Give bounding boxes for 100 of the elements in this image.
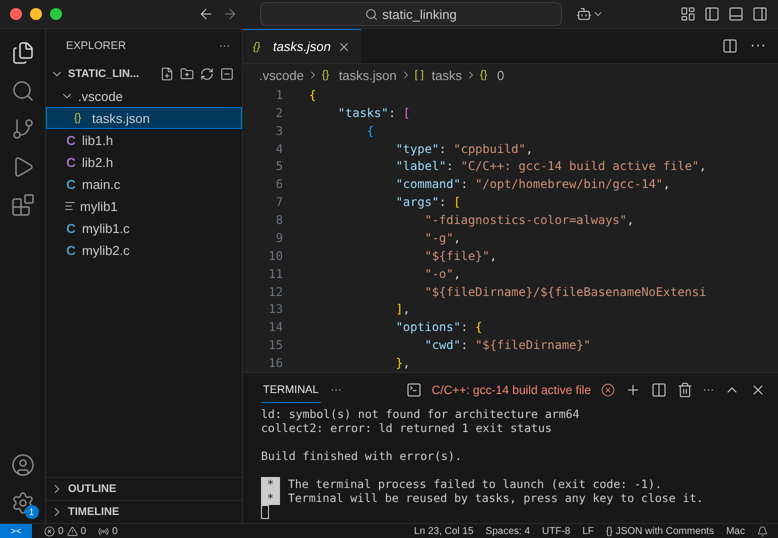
symbol-icon: {} — [480, 69, 494, 81]
code-line: "type": "cppbuild", — [394, 142, 533, 156]
breadcrumb[interactable]: tasks — [432, 68, 462, 82]
warning-icon[interactable] — [66, 526, 78, 536]
code-line: "${fileDirname}/${fileBasenameNoExtensi — [424, 284, 706, 299]
ports-icon[interactable] — [98, 526, 110, 536]
layout-icon[interactable] — [680, 6, 696, 22]
symbol-icon: [ ] — [414, 69, 429, 81]
code-line: "cwd": "${fileDirname}" — [424, 338, 591, 352]
split-terminal-icon[interactable] — [651, 382, 667, 398]
more-actions-button[interactable]: ··· — [703, 384, 714, 396]
line-number: 15 — [268, 338, 283, 352]
zoom-button[interactable] — [50, 8, 62, 20]
terminal-marker: * — [261, 477, 280, 491]
braces-icon: {} — [253, 40, 267, 52]
line-number: 3 — [274, 124, 283, 138]
cursor-position[interactable]: Ln 23, Col 15 — [414, 526, 474, 536]
symbol-icon: {} — [322, 69, 336, 81]
ports-count[interactable]: 0 — [112, 526, 118, 536]
encoding[interactable]: UTF-8 — [542, 526, 570, 536]
c-file-icon: C — [64, 176, 78, 192]
code-line: "tasks": [ — [336, 106, 410, 120]
indentation[interactable]: Spaces: 4 — [486, 526, 530, 536]
close-button[interactable] — [10, 8, 22, 20]
terminal-icon[interactable] — [406, 382, 422, 398]
line-number: 10 — [268, 248, 283, 263]
terminal-line: Terminal will be reused by tasks, press any key to close it. — [288, 491, 704, 505]
folder-item[interactable]: STATIC_LIN... — [46, 63, 242, 85]
explorer-icon[interactable] — [10, 41, 34, 65]
terminal-line: ld: symbol(s) not found for architecture arm64 — [261, 407, 580, 421]
new-file-icon[interactable] — [160, 67, 174, 81]
collapse-all-icon[interactable] — [220, 67, 234, 81]
code-line: "-o", — [424, 266, 461, 281]
more-actions-button[interactable]: ··· — [219, 40, 230, 52]
line-number: 12 — [268, 284, 283, 299]
terminal-cursor — [261, 505, 269, 519]
file-item[interactable]: C mylib1.c — [46, 217, 242, 239]
toggle-sidebar-icon[interactable] — [704, 6, 720, 22]
platform[interactable]: Mac — [726, 526, 745, 536]
panel-tab[interactable]: TERMINAL — [261, 378, 321, 402]
breadcrumb[interactable]: .vscode — [259, 68, 304, 82]
extensions-icon[interactable] — [10, 193, 34, 217]
settings-icon[interactable] — [10, 491, 34, 515]
file-item[interactable]: {} tasks.json — [46, 107, 242, 129]
forward-icon[interactable] — [222, 6, 238, 22]
section-header[interactable]: OUTLINE — [46, 477, 242, 500]
terminal-marker: * — [261, 491, 280, 505]
code-line: "args": [ — [394, 195, 461, 210]
line-number: 7 — [274, 195, 283, 210]
terminal-line: collect2: error: ld returned 1 exit status — [261, 421, 553, 435]
notifications-icon[interactable] — [757, 526, 768, 536]
file-item[interactable]: C main.c — [46, 173, 242, 195]
breadcrumb[interactable]: 0 — [496, 68, 504, 82]
line-number: 2 — [274, 106, 283, 120]
search-icon — [365, 8, 378, 20]
error-count[interactable]: 0 — [58, 526, 64, 536]
add-terminal-icon[interactable] — [625, 382, 641, 398]
file-item[interactable]: mylib1 — [46, 195, 242, 217]
language-mode[interactable]: JSON with Comments — [616, 526, 714, 536]
folder-item[interactable]: .vscode — [46, 85, 242, 107]
notification-badge: 1 — [24, 505, 38, 519]
warning-count[interactable]: 0 — [80, 526, 86, 536]
account-icon[interactable] — [10, 453, 34, 477]
line-number: 11 — [268, 266, 283, 281]
file-item[interactable]: C mylib2.c — [46, 239, 242, 261]
toggle-secondary-sidebar-icon[interactable] — [752, 6, 768, 22]
text-file-icon — [64, 200, 76, 212]
c-file-icon: C — [64, 220, 78, 236]
error-icon[interactable] — [44, 526, 55, 536]
code-line: "-g", — [424, 230, 461, 245]
breadcrumb[interactable]: tasks.json — [338, 68, 397, 82]
back-icon[interactable] — [198, 6, 214, 22]
terminal-task-name[interactable]: C/C++: gcc-14 build active file — [432, 383, 591, 397]
code-line: { — [309, 88, 316, 102]
terminal-line: The terminal process failed to launch (exit code: -1). — [288, 477, 662, 491]
code-line: ], — [394, 302, 410, 316]
minimize-button[interactable] — [30, 8, 42, 20]
editor-tab[interactable]: {} tasks.json — [243, 29, 361, 63]
line-number: 5 — [274, 159, 283, 174]
split-editor-icon[interactable] — [722, 38, 738, 54]
search-icon[interactable] — [10, 79, 34, 103]
remote-indicator[interactable]: >< — [0, 524, 32, 538]
line-number: 8 — [274, 213, 283, 228]
more-actions-button[interactable]: ··· — [750, 37, 766, 55]
line-number: 16 — [268, 356, 283, 370]
kill-terminal-icon[interactable] — [677, 382, 693, 398]
file-item[interactable]: C lib1.h — [46, 129, 242, 151]
source-control-icon[interactable] — [10, 117, 34, 141]
file-item[interactable]: C lib2.h — [46, 151, 242, 173]
command-center-search[interactable]: static_linking — [260, 2, 562, 26]
c-file-icon: C — [64, 132, 78, 148]
line-number: 13 — [268, 302, 283, 316]
refresh-icon[interactable] — [200, 67, 214, 81]
braces-icon: {} — [74, 112, 88, 124]
toggle-panel-icon[interactable] — [728, 6, 744, 22]
line-ending[interactable]: LF — [582, 526, 594, 536]
new-folder-icon[interactable] — [180, 67, 194, 81]
more-actions-button[interactable]: ··· — [330, 384, 342, 396]
terminal-line: Build finished with error(s). — [261, 449, 463, 463]
line-number: 1 — [274, 88, 283, 102]
